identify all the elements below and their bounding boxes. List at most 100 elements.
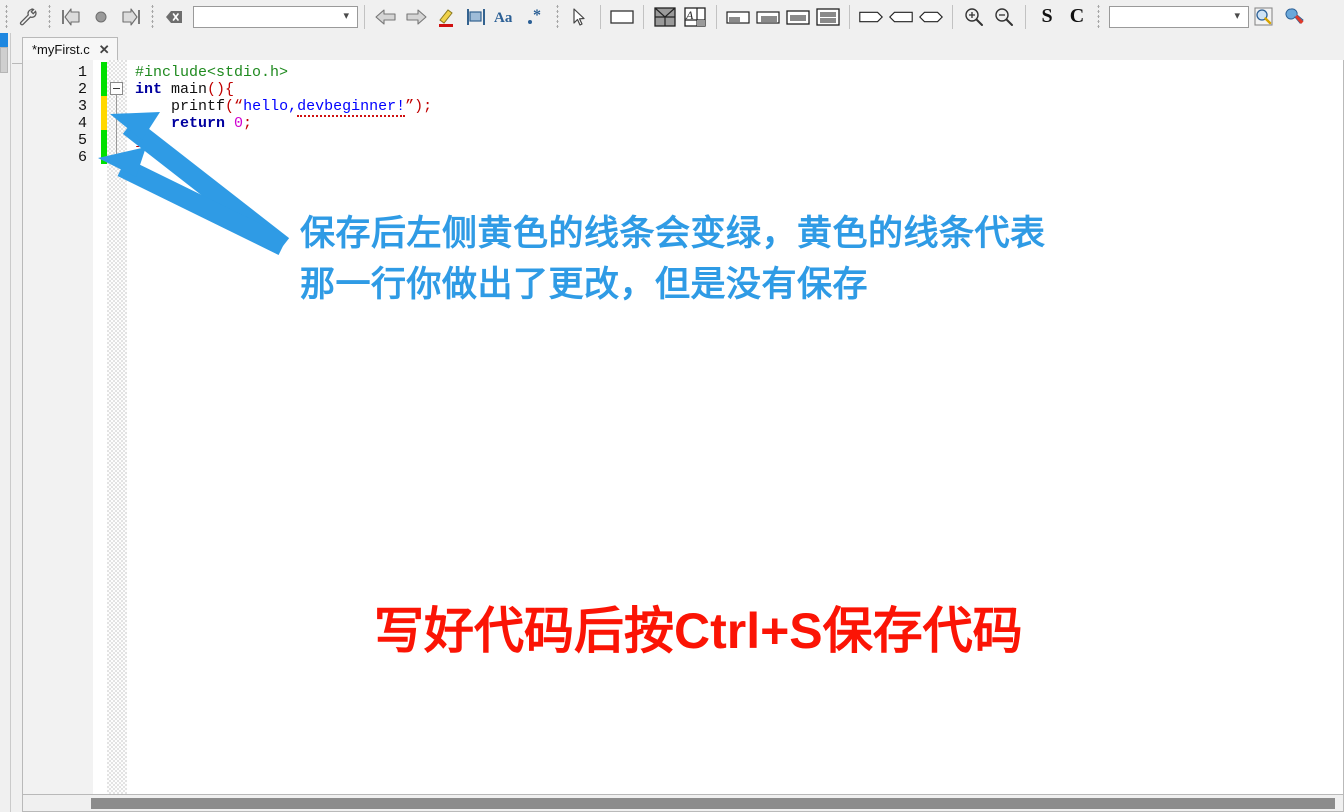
match-case-icon[interactable]: Aa [491,2,521,31]
code-token-include: #include<stdio.h> [135,64,289,81]
code-token-quote-open: “ [234,98,244,115]
single-pane-icon[interactable] [607,2,637,31]
toolbar-grip-handle-3[interactable] [149,3,156,30]
zoom-in-icon[interactable] [959,2,989,31]
code-token-return: return [171,115,226,132]
toolbar-group-compile: ▾ [1105,1,1309,32]
code-line-4: return 0; [135,115,252,132]
toolbar-divider-4 [716,4,717,29]
code-token-paren-close: ) [414,98,424,115]
close-icon[interactable]: ✕ [99,43,110,56]
svg-text:*: * [533,7,541,24]
line-number: 3 [77,98,87,115]
letter-c-icon[interactable]: C [1062,2,1092,31]
toolbar-divider-6 [952,4,953,29]
toolbar-group-layout: A S C [564,1,1105,32]
letter-s-icon[interactable]: S [1032,2,1062,31]
code-fold-column[interactable] [107,60,127,809]
highlight-icon[interactable] [431,2,461,31]
editor-panel: *myFirst.c ✕ 1 2 3 4 5 6 #include<stdio.… [12,33,1344,812]
toolbar-grip-handle[interactable] [3,3,10,30]
red-annotation-note: 写好代码后按Ctrl+S保存代码 [374,603,1023,659]
code-token-string: hello, [243,98,298,115]
pointer-icon[interactable] [564,2,594,31]
line-number-gutter: 1 2 3 4 5 6 [23,60,93,809]
horizontal-scroll-thumb[interactable] [91,798,1335,809]
svg-text:A: A [685,8,694,22]
code-text-area[interactable]: #include<stdio.h> int main(){ printf(“he… [127,60,1343,809]
find-previous-icon[interactable] [371,2,401,31]
wrench-red-icon[interactable] [1279,2,1309,31]
tab-strip: *myFirst.c ✕ [12,37,1344,64]
incremental-search-icon[interactable] [461,2,491,31]
wrench-icon[interactable] [13,2,43,31]
rail-scroll-handle[interactable] [0,47,8,73]
code-token-open-brace: { [225,81,235,98]
record-dot-icon[interactable] [86,2,116,31]
toolbar-grip-handle-4[interactable] [554,3,561,30]
toolbar-empty-space [1309,1,1344,32]
horizontal-scrollbar[interactable] [22,794,1344,812]
code-token-quote-close: ” [405,98,415,115]
zoom-out-icon[interactable] [989,2,1019,31]
toolbar-group-find: ▾ Aa * [159,1,564,32]
split-quad-icon[interactable] [650,2,680,31]
rail-active-marker[interactable] [0,33,8,47]
code-token-semicolon: ; [423,98,433,115]
fold-collapse-icon[interactable] [110,82,123,95]
toolbar-group-navigation [56,1,159,32]
code-token-semicolon-2: ; [243,115,253,132]
find-input[interactable]: ▾ [193,5,358,28]
chevron-down-icon: ▾ [343,10,349,22]
main-toolbar: ▾ Aa * A S C ▾ [0,0,1344,34]
compiler-select[interactable]: ▾ [1109,5,1249,28]
line-number: 4 [77,115,87,132]
code-line-1: #include<stdio.h> [135,64,288,81]
code-token-printf: printf [171,98,226,115]
tag-both-icon[interactable] [916,2,946,31]
regex-icon[interactable]: * [521,2,551,31]
code-line-3: printf(“hello,devbeginner!”); [135,98,433,117]
line-number: 5 [77,132,87,149]
code-token-int: int [135,81,163,98]
toolbar-divider-2 [600,4,601,29]
svg-text:Aa: Aa [494,10,513,26]
toolbar-group-tools [0,1,56,32]
line-number: 1 [77,64,87,81]
rail-divider-1 [10,33,11,812]
code-token-close-brace: } [135,132,145,149]
tab-myfirst-c[interactable]: *myFirst.c ✕ [22,37,118,60]
code-editor[interactable]: 1 2 3 4 5 6 #include<stdio.h> int main()… [22,60,1344,810]
chevron-down-icon-2: ▾ [1234,10,1240,22]
code-token-parens: () [207,81,226,98]
toolbar-divider-7 [1025,4,1026,29]
split-diagonal-icon[interactable]: A [680,2,710,31]
toolbar-grip-handle-2[interactable] [46,3,53,30]
code-line-2: int main(){ [135,81,234,98]
inspect-icon[interactable] [1249,2,1279,31]
dock-bottom-wide-icon[interactable] [783,2,813,31]
line-number: 6 [77,149,87,166]
find-next-icon[interactable] [401,2,431,31]
line-number: 2 [77,81,87,98]
toolbar-divider [364,4,365,29]
dock-full-icon[interactable] [813,2,843,31]
letter-s-label: S [1041,5,1053,27]
blue-annotation-note: 保存后左侧黄色的线条会变绿，黄色的线条代表 那一行你做出了更改，但是没有保存 [300,208,1200,310]
blue-note-line-1: 保存后左侧黄色的线条会变绿，黄色的线条代表 [300,214,1046,253]
dock-bottom-right-icon[interactable] [753,2,783,31]
goto-start-icon[interactable] [56,2,86,31]
letter-c-label: C [1069,5,1085,27]
toolbar-grip-handle-5[interactable] [1095,3,1102,30]
toolbar-divider-5 [849,4,850,29]
goto-end-icon[interactable] [116,2,146,31]
tag-right-icon[interactable] [856,2,886,31]
fold-guide-foot [116,157,123,158]
clear-find-icon[interactable] [159,2,189,31]
tag-left-icon[interactable] [886,2,916,31]
code-token-zero: 0 [225,115,244,132]
blue-note-line-2: 那一行你做出了更改，但是没有保存 [300,265,869,305]
code-token-string-word: devbeginner! [297,98,406,117]
dock-bottom-left-icon[interactable] [723,2,753,31]
toolbar-divider-3 [643,4,644,29]
